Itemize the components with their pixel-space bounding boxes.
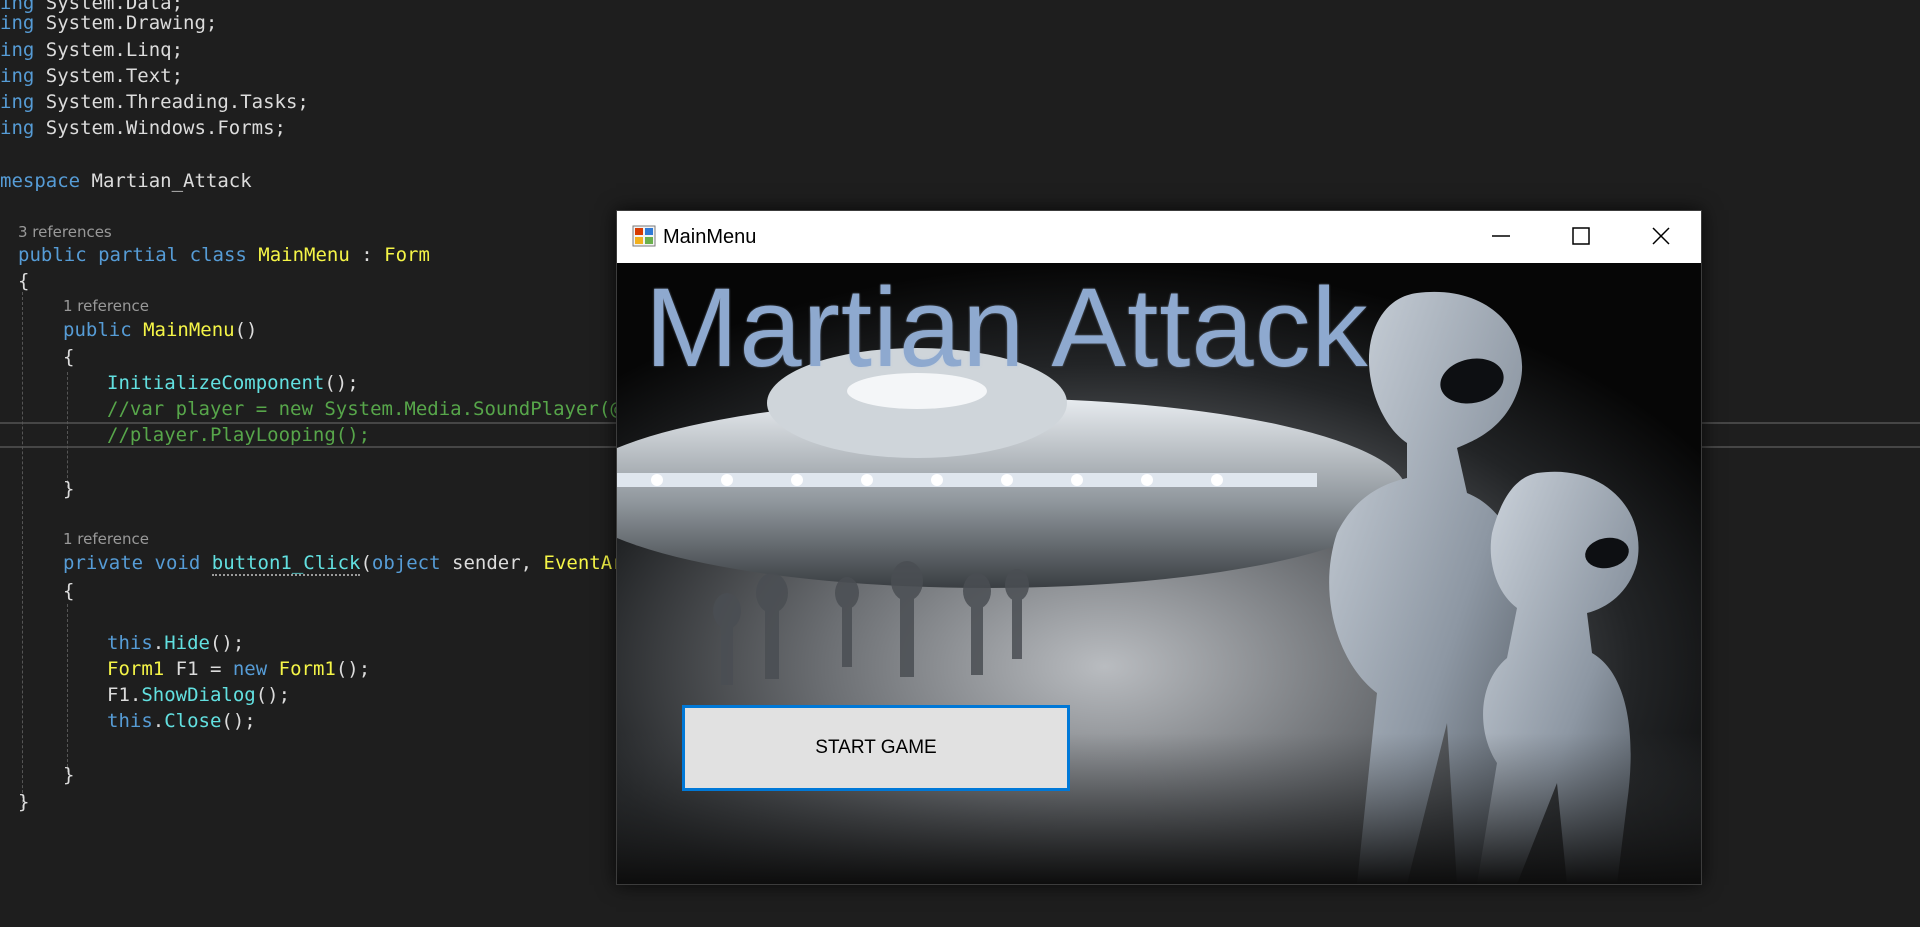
code-line-ctor-brace-close: } (63, 478, 75, 500)
code-line-using-tasks: ing System.Threading.Tasks; (0, 91, 309, 113)
mainmenu-window[interactable]: MainMenu Martian Attack START GAME (616, 210, 1702, 885)
codelens-ctor-references[interactable]: 1 reference (63, 296, 149, 316)
close-icon (1652, 227, 1670, 245)
window-title: MainMenu (663, 226, 757, 248)
form-client-area: Martian Attack START GAME (617, 263, 1701, 884)
code-line-class-declaration: public partial class MainMenu : Form (18, 244, 430, 266)
code-line-ctor-declaration: public MainMenu() (63, 319, 258, 341)
codelens-click-references[interactable]: 1 reference (63, 529, 149, 549)
minimize-icon (1492, 235, 1510, 237)
app-form-icon (632, 225, 656, 247)
codelens-class-references[interactable]: 3 references (18, 222, 112, 242)
minimize-button[interactable] (1461, 211, 1541, 261)
code-line-namespace: mespace Martian_Attack (0, 170, 252, 192)
window-titlebar[interactable]: MainMenu (617, 211, 1701, 263)
game-title: Martian Attack (645, 265, 1369, 390)
code-line-comment-playlooping: //player.PlayLooping(); (107, 424, 371, 446)
code-line-click-brace-open: { (63, 580, 75, 602)
code-line-click-declaration: private void button1_Click(object sender… (63, 552, 636, 576)
code-line-show-dialog: F1.ShowDialog(); (107, 684, 291, 706)
maximize-icon (1572, 227, 1590, 245)
start-game-button[interactable]: START GAME (682, 705, 1070, 791)
desktop: ing System.Data; ing System.Drawing; ing… (0, 0, 1920, 927)
code-line-class-brace-open: { (18, 270, 30, 292)
code-line-using-drawing: ing System.Drawing; (0, 12, 218, 34)
code-line-initialize-component: InitializeComponent(); (107, 372, 359, 394)
indent-guide-click (67, 604, 68, 772)
indent-guide-class (22, 292, 23, 808)
code-line-ctor-brace-open: { (63, 346, 75, 368)
code-line-this-close: this.Close(); (107, 710, 256, 732)
code-line-class-brace-close: } (18, 791, 30, 813)
maximize-button[interactable] (1541, 211, 1621, 261)
close-button[interactable] (1621, 211, 1701, 261)
code-line-using-linq: ing System.Linq; (0, 39, 184, 61)
code-line-using-text: ing System.Text; (0, 65, 184, 87)
code-line-using-forms: ing System.Windows.Forms; (0, 117, 286, 139)
code-line-this-hide: this.Hide(); (107, 632, 245, 654)
indent-guide-ctor (67, 372, 68, 488)
code-line-new-form1: Form1 F1 = new Form1(); (107, 658, 371, 680)
code-line-click-brace-close: } (63, 764, 75, 786)
code-line-comment-soundplayer: //var player = new System.Media.SoundPla… (107, 398, 634, 420)
